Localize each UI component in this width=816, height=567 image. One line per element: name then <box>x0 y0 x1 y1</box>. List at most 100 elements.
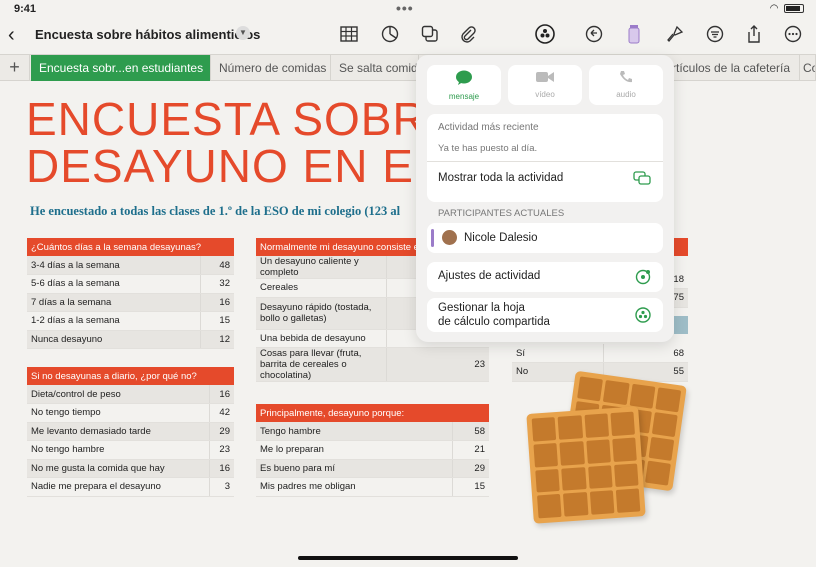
back-chevron-icon[interactable]: ‹ <box>8 24 15 47</box>
tab-articulos-cafeteria[interactable]: rtículos de la cafetería <box>664 55 800 81</box>
table-cell[interactable]: No tengo hambre <box>27 440 210 460</box>
tab-numero-comidas[interactable]: Número de comidas <box>211 55 331 81</box>
share-icon[interactable] <box>744 24 764 44</box>
table-cell-value[interactable]: 12 <box>199 330 234 349</box>
message-button[interactable]: mensaje <box>427 65 501 105</box>
show-all-activity-row[interactable]: Mostrar toda la actividad <box>427 162 663 202</box>
shapes-icon[interactable] <box>420 24 440 44</box>
table-cell[interactable]: Es bueno para mí <box>256 459 453 478</box>
recent-activity-text: Ya te has puesto al día. <box>438 143 538 154</box>
title-chevron-down-icon[interactable]: ▼ <box>236 26 250 40</box>
table-cell-value[interactable]: 32 <box>199 274 234 294</box>
table-cell[interactable]: 3-4 días a la semana <box>27 256 201 275</box>
sheet-subtitle: He encuestado a todas las clases de 1.º … <box>30 204 401 218</box>
table-cell-value[interactable]: 16 <box>199 293 234 312</box>
table-cell[interactable]: 7 días a la semana <box>27 293 201 312</box>
collaboration-green-icon <box>635 307 651 326</box>
table-icon[interactable] <box>339 24 359 44</box>
table-cell[interactable]: Nadie me prepara el desayuno <box>27 477 210 497</box>
document-title[interactable]: Encuesta sobre hábitos alimenticios <box>35 27 260 42</box>
toolbar: ‹ Encuesta sobre hábitos alimenticios ▼ <box>0 18 816 52</box>
manage-line-2: de cálculo compartida <box>438 316 550 328</box>
table-cell[interactable]: Me levanto demasiado tarde <box>27 422 210 441</box>
table-cell-value[interactable]: 68 <box>602 344 688 363</box>
participant-color-marker <box>431 229 434 247</box>
activity-gear-icon <box>635 269 651 288</box>
table-header: ¿Cuántos días a la semana desayunas? <box>27 238 234 256</box>
table-header: Si no desayunas a diario, ¿por qué no? <box>27 367 234 385</box>
show-all-activity-label: Mostrar toda la actividad <box>438 172 564 184</box>
undo-icon[interactable] <box>584 24 604 44</box>
table-cell[interactable]: Me lo preparan <box>256 440 453 460</box>
table-cell[interactable]: Un desayuno caliente y completo <box>256 256 386 279</box>
table-header: Principalmente, desayuno porque: <box>256 404 489 422</box>
multitask-dots[interactable]: ••• <box>396 0 414 16</box>
table-cell[interactable]: Mis padres me obligan <box>256 477 453 497</box>
cup-icon[interactable] <box>624 24 644 44</box>
table-cell[interactable]: Cereales <box>256 278 386 298</box>
table-cell-value[interactable]: 16 <box>208 459 234 478</box>
tab-se-salta[interactable]: Se salta comida <box>331 55 419 81</box>
table-cell[interactable]: Una bebida de desayuno <box>256 329 386 348</box>
filter-icon[interactable] <box>705 24 725 44</box>
status-icons: ◠ <box>770 3 804 14</box>
waffle-image <box>526 406 646 524</box>
tab-co[interactable]: Co <box>800 55 816 81</box>
table-cell-value[interactable]: 48 <box>199 256 234 275</box>
home-indicator[interactable] <box>298 556 518 560</box>
paintbrush-icon[interactable] <box>665 24 685 44</box>
collaboration-icon[interactable] <box>535 24 555 44</box>
manage-shared-sheet-row[interactable]: Gestionar la hoja de cálculo compartida <box>427 298 663 332</box>
table-cell[interactable]: 5-6 días a la semana <box>27 274 201 294</box>
table-cell-value[interactable]: 21 <box>452 440 489 460</box>
activity-settings-row[interactable]: Ajustes de actividad <box>427 262 663 292</box>
table-why-not-breakfast[interactable]: Si no desayunas a diario, ¿por qué no? D… <box>27 367 234 497</box>
activity-card: Actividad más reciente Ya te has puesto … <box>427 114 663 202</box>
table-why-breakfast[interactable]: Principalmente, desayuno porque: Tengo h… <box>256 404 489 497</box>
table-cell-value[interactable]: 16 <box>208 385 234 404</box>
table-cell-value[interactable]: 29 <box>452 459 489 478</box>
table-cell-value[interactable]: 3 <box>208 477 234 497</box>
video-label: vídeo <box>535 90 555 99</box>
table-cell[interactable]: Nunca desayuno <box>27 330 201 349</box>
message-label: mensaje <box>448 92 480 101</box>
audio-label: audio <box>616 90 636 99</box>
table-cell-value[interactable]: 15 <box>452 477 489 497</box>
table-header-fragment-2 <box>674 316 688 334</box>
tab-encuesta[interactable]: Encuesta sobr...en estudiantes <box>31 55 211 81</box>
table-cell[interactable]: Cosas para llevar (fruta, barrita de cer… <box>256 347 386 382</box>
activity-settings-label: Ajustes de actividad <box>438 270 541 282</box>
table-days-per-week[interactable]: ¿Cuántos días a la semana desayunas? 3-4… <box>27 238 234 349</box>
table-cell-value[interactable]: 15 <box>199 311 234 331</box>
chat-bubbles-icon <box>633 170 651 189</box>
table-cell-value[interactable]: 29 <box>208 422 234 441</box>
participant-name: Nicole Dalesio <box>464 232 538 244</box>
participants-section-label: PARTICIPANTES ACTUALES <box>438 208 565 219</box>
participant-row[interactable]: Nicole Dalesio <box>427 223 663 253</box>
status-bar: 9:41 ••• ◠ <box>0 0 816 18</box>
table-cell-value[interactable]: 42 <box>208 403 234 423</box>
more-icon[interactable] <box>783 24 803 44</box>
table-cell-value[interactable]: 23 <box>385 347 489 382</box>
table-cell-value[interactable]: 23 <box>208 440 234 460</box>
table-cell[interactable]: Desayuno rápido (tostada, bollo o gallet… <box>256 297 386 330</box>
add-sheet-plus-icon[interactable]: + <box>0 55 30 81</box>
video-button[interactable]: vídeo <box>508 65 582 105</box>
table-cell-value[interactable]: 58 <box>452 422 489 441</box>
table-cell[interactable]: Tengo hambre <box>256 422 453 441</box>
audio-button[interactable]: audio <box>589 65 663 105</box>
table-cell[interactable]: Sí <box>512 344 604 363</box>
collaboration-popover: mensaje vídeo audio Actividad más recien… <box>416 55 674 342</box>
message-icon <box>427 70 501 90</box>
chart-icon[interactable] <box>380 24 400 44</box>
sheet-tab-bar: + Encuesta sobr...en estudiantes Número … <box>0 54 816 81</box>
phone-icon <box>589 70 663 88</box>
table-cell[interactable]: No me gusta la comida que hay <box>27 459 210 478</box>
table-cell[interactable]: 1-2 días a la semana <box>27 311 201 331</box>
paperclip-icon[interactable] <box>458 24 478 44</box>
headline-line-1: ENCUESTA SOBRE <box>26 96 426 145</box>
table-cell[interactable]: No tengo tiempo <box>27 403 210 423</box>
manage-line-1: Gestionar la hoja <box>438 302 525 314</box>
sheet-headline: ENCUESTA SOBRE DESAYUNO EN EST <box>26 96 426 190</box>
table-cell[interactable]: Dieta/control de peso <box>27 385 210 404</box>
